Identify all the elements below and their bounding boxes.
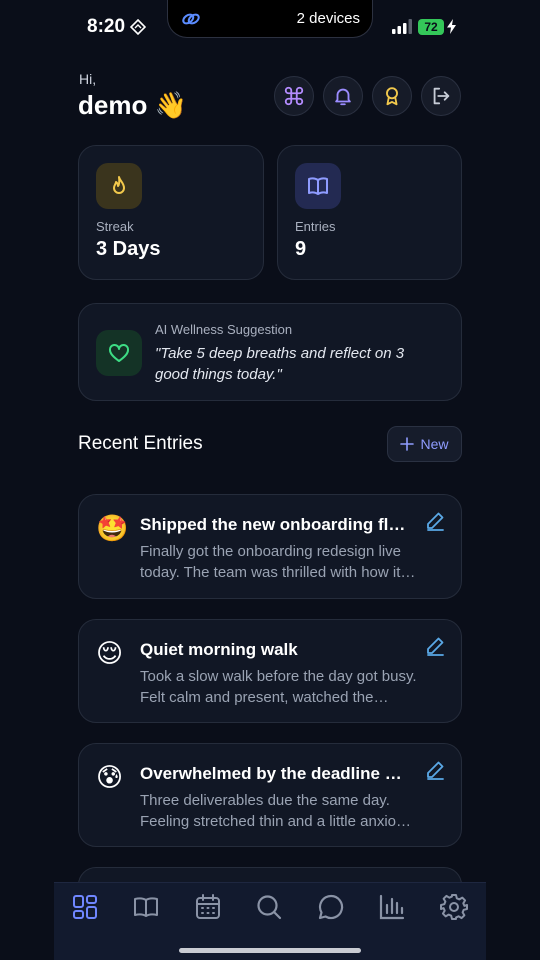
dynamic-island[interactable]: 2 devices bbox=[167, 0, 373, 38]
tab-journal[interactable] bbox=[130, 891, 162, 923]
entry-title: Quiet morning walk bbox=[140, 640, 298, 659]
entry-mood-emoji: 😰 bbox=[96, 762, 124, 792]
charging-icon bbox=[447, 19, 456, 34]
entry-mood-emoji: 😌 bbox=[96, 638, 124, 668]
search-icon bbox=[257, 895, 282, 920]
entry-mood-emoji: 🤩 bbox=[96, 513, 129, 543]
entry-card[interactable]: 😰 Overwhelmed by the deadline crunch Thr… bbox=[78, 743, 462, 847]
chat-icon bbox=[318, 894, 344, 920]
entry-preview: Took a slow walk before the day got busy… bbox=[140, 668, 417, 706]
entry-title: Shipped the new onboarding flow bbox=[140, 515, 410, 534]
entry-preview: Finally got the onboarding redesign live… bbox=[140, 543, 401, 581]
wellness-icon-badge bbox=[96, 330, 142, 376]
flame-icon bbox=[113, 176, 125, 194]
streak-card[interactable]: Streak 3 Days bbox=[78, 145, 264, 280]
tab-chat[interactable] bbox=[315, 891, 347, 923]
username: demo 👋 bbox=[78, 90, 187, 120]
ai-suggestion-title: AI Wellness Suggestion bbox=[155, 322, 293, 337]
bell-icon bbox=[335, 88, 351, 106]
greeting: Hi, bbox=[79, 71, 97, 87]
link-icon bbox=[182, 13, 200, 25]
entries-value: 9 bbox=[295, 238, 307, 260]
edit-icon[interactable] bbox=[425, 636, 445, 656]
island-text: 2 devices bbox=[296, 10, 360, 27]
location-icon bbox=[130, 19, 146, 35]
award-icon bbox=[386, 87, 398, 106]
ai-suggestion-card[interactable]: AI Wellness Suggestion "Take 5 deep brea… bbox=[78, 303, 462, 401]
streak-value: 3 Days bbox=[96, 238, 161, 260]
edit-icon[interactable] bbox=[425, 760, 445, 780]
entries-icon-badge bbox=[295, 163, 341, 209]
notifications-button[interactable] bbox=[323, 76, 363, 116]
new-entry-button[interactable]: New bbox=[387, 426, 462, 462]
heart-icon bbox=[109, 343, 129, 362]
calendar-icon bbox=[196, 894, 220, 919]
command-icon bbox=[284, 86, 304, 106]
entry-title: Overwhelmed by the deadline crunch bbox=[140, 764, 410, 783]
entry-card[interactable]: 😌 Quiet morning walk Took a slow walk be… bbox=[78, 619, 462, 723]
status-time: 8:20 bbox=[87, 16, 126, 37]
ai-suggestion-quote: "Take 5 deep breaths and reflect on 3 go… bbox=[155, 345, 405, 383]
streak-icon-badge bbox=[96, 163, 142, 209]
tab-calendar[interactable] bbox=[192, 891, 224, 923]
tab-insights[interactable] bbox=[376, 891, 408, 923]
tab-dashboard[interactable] bbox=[69, 891, 101, 923]
recent-entries-title: Recent Entries bbox=[78, 433, 203, 454]
new-entry-label: New bbox=[420, 436, 449, 452]
grid-icon bbox=[73, 895, 97, 919]
book-icon bbox=[134, 897, 158, 917]
edit-icon[interactable] bbox=[425, 511, 445, 531]
logout-button[interactable] bbox=[421, 76, 461, 116]
tab-settings[interactable] bbox=[438, 891, 470, 923]
logout-icon bbox=[433, 87, 450, 105]
signal-icon bbox=[392, 19, 412, 34]
command-button[interactable] bbox=[274, 76, 314, 116]
plus-icon bbox=[400, 437, 415, 451]
entries-label: Entries bbox=[295, 219, 336, 234]
entry-preview: Three deliverables due the same day. Fee… bbox=[140, 792, 412, 830]
tab-search[interactable] bbox=[253, 891, 285, 923]
entries-card[interactable]: Entries 9 bbox=[277, 145, 462, 280]
battery-indicator: 72 bbox=[418, 19, 444, 35]
achievements-button[interactable] bbox=[372, 76, 412, 116]
entry-card[interactable]: 🤩 Shipped the new onboarding flow Finall… bbox=[78, 494, 462, 599]
streak-label: Streak bbox=[96, 219, 134, 234]
settings-icon bbox=[440, 894, 468, 920]
book-icon bbox=[308, 177, 328, 195]
chart-icon bbox=[379, 894, 405, 920]
app-screen: 8:20 2 devices 72 Hi, demo 👋 Streak 3 Da… bbox=[0, 0, 540, 960]
home-indicator[interactable] bbox=[179, 948, 361, 953]
